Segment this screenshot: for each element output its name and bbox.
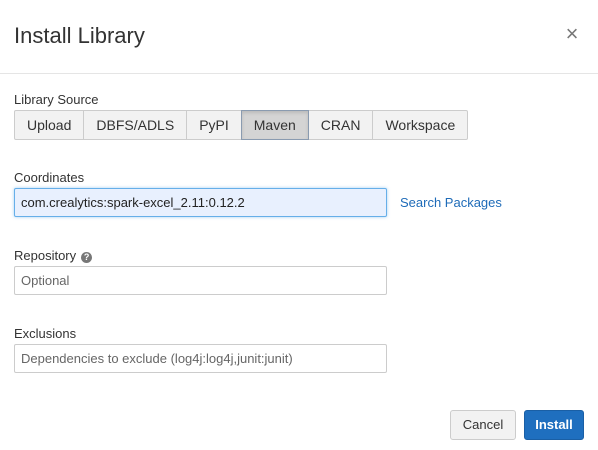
dialog-header: Install Library × xyxy=(0,0,598,74)
cancel-button[interactable]: Cancel xyxy=(450,410,516,440)
repository-label: Repository xyxy=(14,248,77,263)
install-library-dialog: Install Library × Library Source Upload … xyxy=(0,0,598,450)
close-icon[interactable]: × xyxy=(564,23,580,45)
install-button[interactable]: Install xyxy=(524,410,584,440)
exclusions-label: Exclusions xyxy=(14,326,77,341)
source-option-dbfs-adls[interactable]: DBFS/ADLS xyxy=(83,110,188,140)
help-icon[interactable]: ? xyxy=(81,252,93,263)
dialog-title: Install Library xyxy=(14,23,145,48)
source-option-upload[interactable]: Upload xyxy=(14,110,85,140)
source-option-maven[interactable]: Maven xyxy=(240,110,309,140)
coordinates-label: Coordinates xyxy=(14,170,85,185)
library-source-label: Library Source xyxy=(14,92,99,107)
coordinates-input[interactable] xyxy=(14,188,387,217)
search-packages-link[interactable]: Search Packages xyxy=(400,195,502,211)
repository-input[interactable] xyxy=(14,266,387,295)
library-source-tabs: Upload DBFS/ADLS PyPI Maven CRAN Workspa… xyxy=(14,110,469,140)
exclusions-input[interactable] xyxy=(14,344,387,373)
source-option-workspace[interactable]: Workspace xyxy=(372,110,469,140)
source-option-cran[interactable]: CRAN xyxy=(307,110,374,140)
repository-label-row: Repository? xyxy=(14,248,93,264)
source-option-pypi[interactable]: PyPI xyxy=(186,110,242,140)
